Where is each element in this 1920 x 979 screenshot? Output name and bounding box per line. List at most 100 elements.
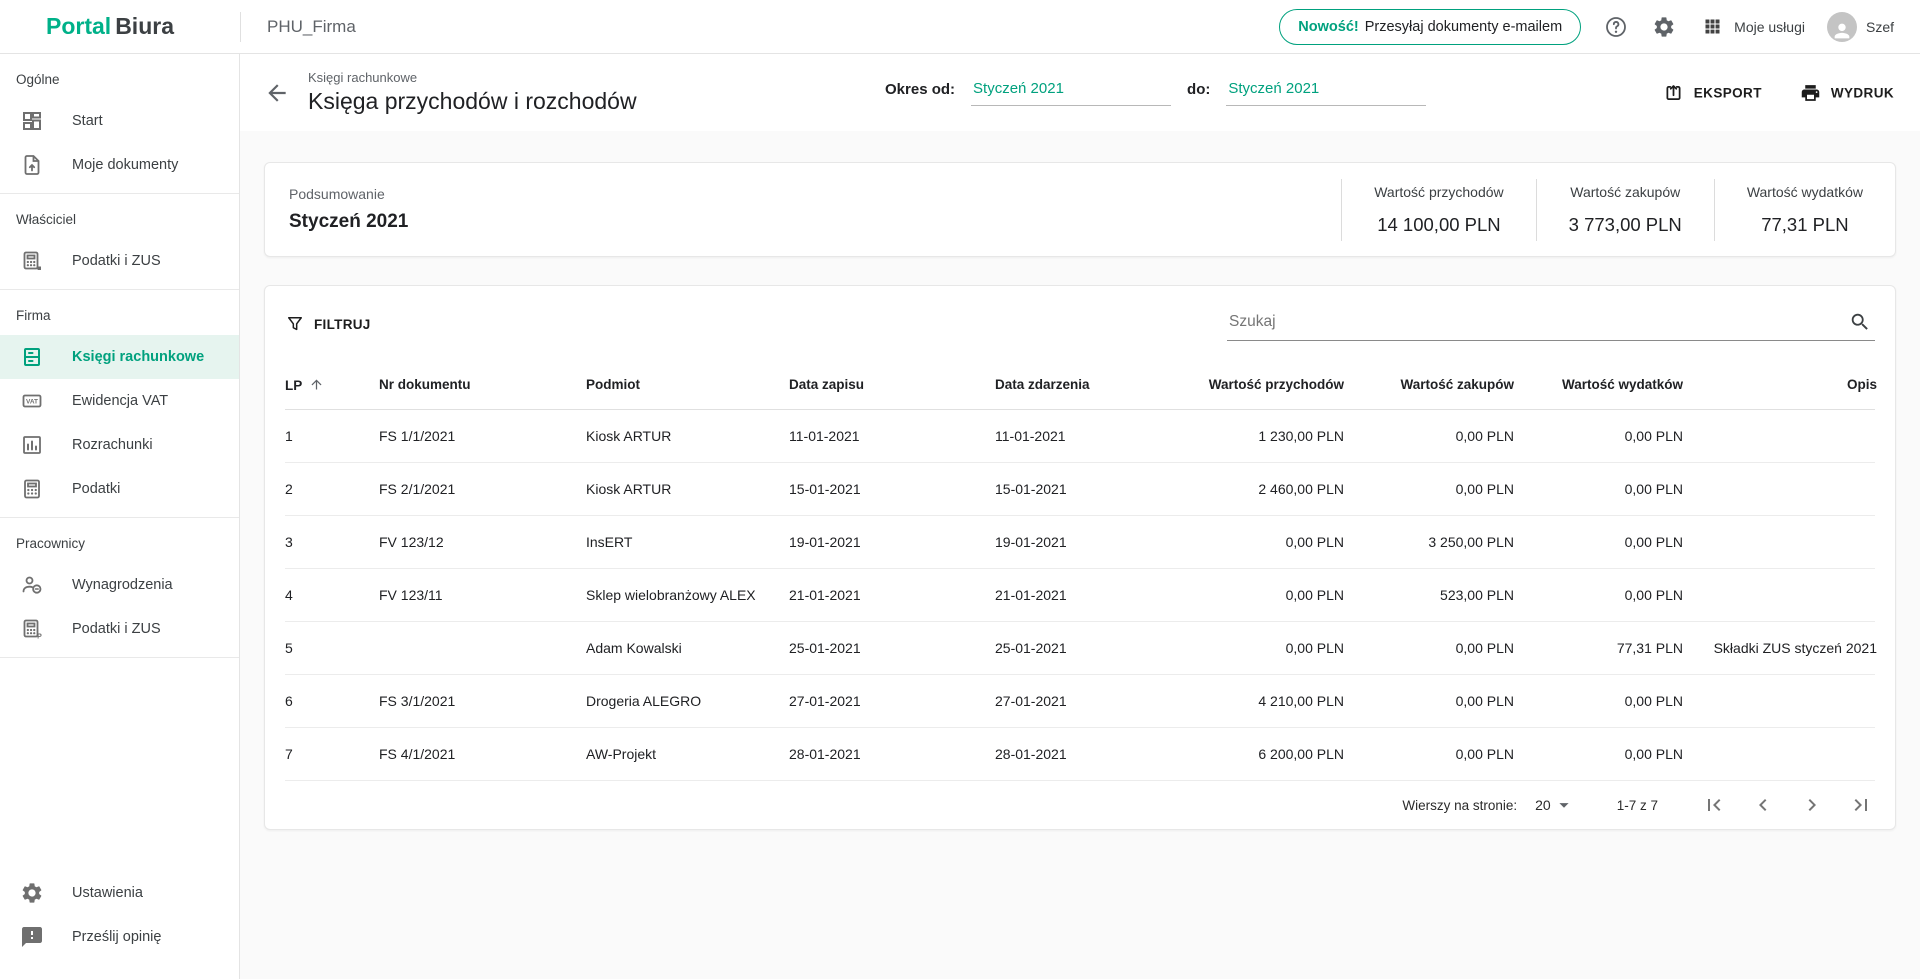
rows-per-page-select[interactable]: 20 (1535, 794, 1575, 816)
topbar-divider (240, 12, 241, 42)
cell-doc: FS 2/1/2021 (379, 481, 586, 497)
cell-date-event: 21-01-2021 (995, 587, 1165, 603)
cell-purchases: 0,00 PLN (1344, 746, 1514, 762)
search-input[interactable] (1227, 306, 1875, 341)
sidebar-section-wlasciciel: Właściciel Podatki i ZUS (0, 194, 239, 290)
vat-icon: VAT (20, 389, 44, 413)
cell-date-event: 11-01-2021 (995, 428, 1165, 444)
period-from-field[interactable]: Styczeń 2021 (971, 80, 1171, 106)
sidebar-item-label: Ewidencja VAT (72, 393, 168, 409)
my-services-button[interactable]: Moje usługi (1699, 14, 1805, 40)
previous-page-icon[interactable] (1751, 793, 1775, 817)
user-menu[interactable]: Szef (1827, 12, 1894, 42)
table-row[interactable]: 1 FS 1/1/2021 Kiosk ARTUR 11-01-2021 11-… (285, 410, 1875, 463)
cell-income: 4 210,00 PLN (1165, 693, 1344, 709)
column-header-doc[interactable]: Nr dokumentu (379, 377, 586, 392)
table-row[interactable]: 2 FS 2/1/2021 Kiosk ARTUR 15-01-2021 15-… (285, 463, 1875, 516)
metric-label: Wartość wydatków (1747, 184, 1863, 200)
promo-button[interactable]: Nowość! Przesyłaj dokumenty e-mailem (1279, 9, 1581, 45)
sidebar-item-przeslij-opinie[interactable]: Prześlij opinię (0, 915, 239, 959)
export-button[interactable]: EKSPORT (1663, 82, 1762, 103)
column-header-entity[interactable]: Podmiot (586, 377, 789, 392)
period-from-label: Okres od: (885, 81, 955, 106)
sidebar-item-wynagrodzenia[interactable]: Wynagrodzenia (0, 563, 239, 607)
print-button[interactable]: WYDRUK (1800, 82, 1894, 103)
breadcrumb: Księgi rachunkowe (308, 70, 637, 85)
column-header-date-entry[interactable]: Data zapisu (789, 377, 995, 392)
cell-doc: FS 3/1/2021 (379, 693, 586, 709)
cell-lp: 1 (285, 428, 379, 444)
promo-highlight: Nowość! (1298, 19, 1358, 35)
sidebar-item-ksiegi-rachunkowe[interactable]: Księgi rachunkowe (0, 335, 239, 379)
cell-income: 1 230,00 PLN (1165, 428, 1344, 444)
sidebar-item-start[interactable]: Start (0, 99, 239, 143)
column-header-lp[interactable]: LP (285, 377, 379, 393)
cell-income: 0,00 PLN (1165, 640, 1344, 656)
sidebar-item-label: Księgi rachunkowe (72, 349, 204, 365)
search-icon[interactable] (1849, 311, 1871, 333)
sidebar-item-podatki-zus-wlasciciel[interactable]: Podatki i ZUS (0, 239, 239, 283)
cell-date-entry: 15-01-2021 (789, 481, 995, 497)
cell-income: 2 460,00 PLN (1165, 481, 1344, 497)
period-to-field[interactable]: Styczeń 2021 (1226, 80, 1426, 106)
first-page-icon[interactable] (1702, 793, 1726, 817)
back-arrow-icon[interactable] (264, 79, 292, 107)
column-header-expenses[interactable]: Wartość wydatków (1514, 377, 1683, 392)
sidebar-item-label: Rozrachunki (72, 437, 153, 453)
settings-gear-icon[interactable] (1651, 14, 1677, 40)
period-controls: Okres od: Styczeń 2021 do: Styczeń 2021 (885, 80, 1426, 106)
page-header: Księgi rachunkowe Księga przychodów i ro… (240, 54, 1920, 131)
metric-value: 77,31 PLN (1761, 214, 1848, 236)
column-header-description[interactable]: Opis (1683, 377, 1877, 392)
cell-purchases: 523,00 PLN (1344, 587, 1514, 603)
cell-expenses: 0,00 PLN (1514, 587, 1683, 603)
metric-expenses: Wartość wydatków 77,31 PLN (1714, 179, 1895, 241)
page-title: Księga przychodów i rozchodów (308, 88, 637, 115)
sidebar-item-moje-dokumenty[interactable]: Moje dokumenty (0, 143, 239, 187)
column-header-income[interactable]: Wartość przychodów (1165, 377, 1344, 392)
sidebar-item-podatki-zus-pracownicy[interactable]: P Podatki i ZUS (0, 607, 239, 651)
filter-button[interactable]: FILTRUJ (285, 314, 371, 334)
cell-expenses: 0,00 PLN (1514, 746, 1683, 762)
apps-grid-icon (1699, 14, 1725, 40)
sidebar-item-ustawienia[interactable]: Ustawienia (0, 871, 239, 915)
cell-doc: FV 123/11 (379, 587, 586, 603)
app-logo[interactable]: PortalBiura (0, 13, 240, 40)
table-row[interactable]: 5 Adam Kowalski 25-01-2021 25-01-2021 0,… (285, 622, 1875, 675)
cell-purchases: 3 250,00 PLN (1344, 534, 1514, 550)
cell-entity: Sklep wielobranżowy ALEX (586, 587, 789, 603)
column-header-date-event[interactable]: Data zdarzenia (995, 377, 1165, 392)
column-header-purchases[interactable]: Wartość zakupów (1344, 377, 1514, 392)
table-row[interactable]: 3 FV 123/12 InsERT 19-01-2021 19-01-2021… (285, 516, 1875, 569)
table-header-row: LP Nr dokumentu Podmiot Data zapisu Data… (285, 360, 1875, 410)
cell-date-event: 19-01-2021 (995, 534, 1165, 550)
sidebar-item-rozrachunki[interactable]: Rozrachunki (0, 423, 239, 467)
sidebar-item-ewidencja-vat[interactable]: VAT Ewidencja VAT (0, 379, 239, 423)
cell-expenses: 0,00 PLN (1514, 693, 1683, 709)
table-row[interactable]: 7 FS 4/1/2021 AW-Projekt 28-01-2021 28-0… (285, 728, 1875, 781)
sidebar-item-podatki[interactable]: Podatki (0, 467, 239, 511)
sidebar-item-label: Start (72, 113, 103, 129)
export-icon (1663, 82, 1684, 103)
promo-text: Przesyłaj dokumenty e-mailem (1365, 19, 1562, 35)
cell-date-entry: 28-01-2021 (789, 746, 995, 762)
topbar: PortalBiura PHU_Firma Nowość! Przesyłaj … (0, 0, 1920, 54)
cell-entity: InsERT (586, 534, 789, 550)
metric-purchases: Wartość zakupów 3 773,00 PLN (1536, 179, 1714, 241)
table-row[interactable]: 4 FV 123/11 Sklep wielobranżowy ALEX 21-… (285, 569, 1875, 622)
period-to-label: do: (1187, 81, 1210, 106)
sidebar-section-pracownicy: Pracownicy Wynagrodzenia P Podatki i ZUS (0, 518, 239, 658)
table-row[interactable]: 6 FS 3/1/2021 Drogeria ALEGRO 27-01-2021… (285, 675, 1875, 728)
export-label: EKSPORT (1694, 85, 1762, 100)
search-box (1227, 306, 1875, 341)
summary-period: Styczeń 2021 (289, 211, 408, 233)
my-services-label: Moje usługi (1734, 19, 1805, 35)
last-page-icon[interactable] (1849, 793, 1873, 817)
help-icon[interactable] (1603, 14, 1629, 40)
next-page-icon[interactable] (1800, 793, 1824, 817)
cell-date-entry: 21-01-2021 (789, 587, 995, 603)
cell-lp: 3 (285, 534, 379, 550)
section-label: Ogólne (0, 58, 239, 99)
cell-doc: FS 1/1/2021 (379, 428, 586, 444)
cell-purchases: 0,00 PLN (1344, 428, 1514, 444)
